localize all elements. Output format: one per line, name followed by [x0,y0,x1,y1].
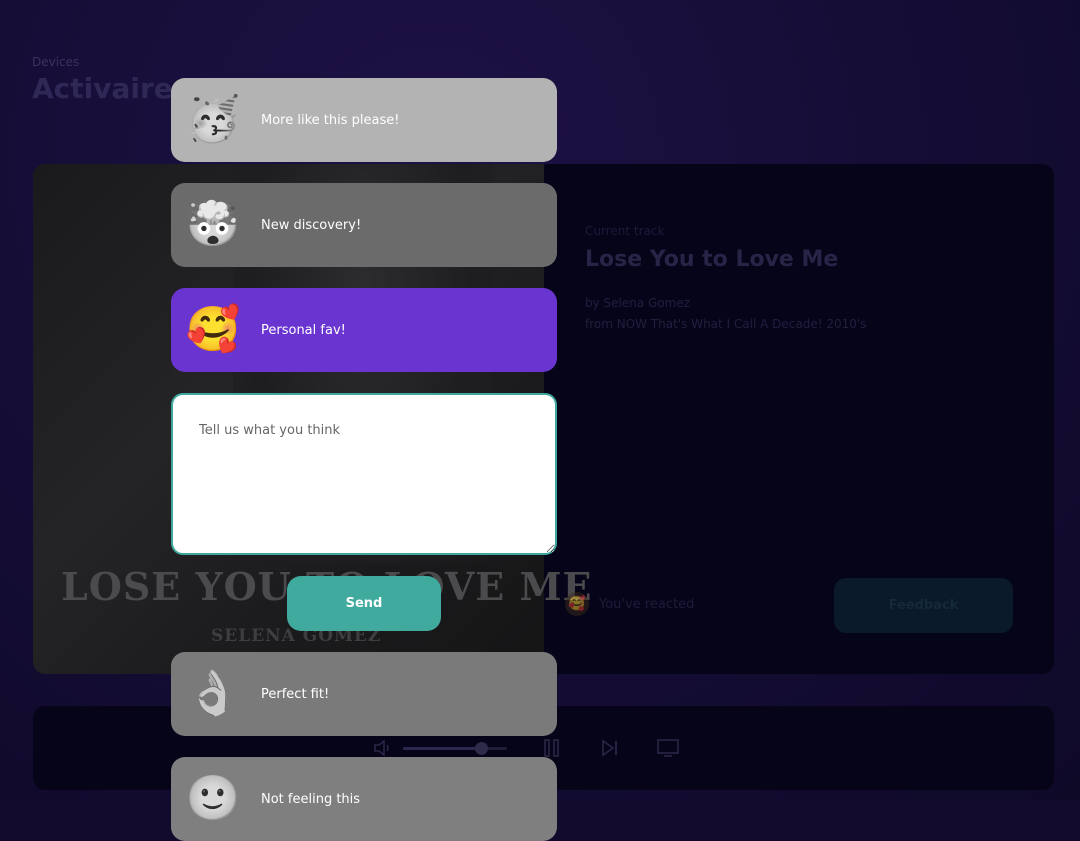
track-title: Lose You to Love Me [585,247,839,272]
reaction-personal-fav[interactable]: 🥰 Personal fav! [171,288,557,372]
reaction-status: 🥰 You've reacted [565,592,694,616]
party-face-icon: 🥳 [185,94,241,145]
reaction-new-discovery[interactable]: 🤯 New discovery! [171,183,557,267]
reaction-label: Perfect fit! [261,686,330,702]
reaction-status-text: You've reacted [599,596,695,612]
smiling-face-with-hearts-icon: 🥰 [185,304,241,355]
reaction-label: Personal fav! [261,322,346,338]
volume-slider-thumb[interactable] [475,742,488,755]
exploding-head-icon: 🤯 [185,199,241,250]
volume-slider-fill [403,747,481,750]
ok-hand-icon: 👌 [185,668,241,719]
reaction-status-emoji: 🥰 [565,592,589,616]
skip-next-icon[interactable] [600,738,620,762]
device-title: Activaire [32,72,173,105]
reaction-label: New discovery! [261,217,362,233]
send-button[interactable]: Send [287,576,441,631]
track-artist: by Selena Gomez [585,296,691,310]
current-track-label: Current track [585,224,665,238]
reaction-not-feeling-this[interactable]: 🙂 Not feeling this [171,757,557,841]
feedback-textarea[interactable] [171,393,557,555]
reaction-perfect-fit[interactable]: 👌 Perfect fit! [171,652,557,736]
reaction-label: More like this please! [261,112,400,128]
reaction-more-like-this[interactable]: 🥳 More like this please! [171,78,557,162]
volume-slider[interactable] [403,742,507,755]
monitor-icon[interactable] [656,738,680,762]
track-album: from NOW That's What I Call A Decade! 20… [585,317,867,331]
breadcrumb-devices[interactable]: Devices [32,55,79,69]
feedback-button[interactable]: Feedback [834,578,1013,633]
reaction-label: Not feeling this [261,791,361,807]
neutral-face-icon: 🙂 [185,773,241,824]
